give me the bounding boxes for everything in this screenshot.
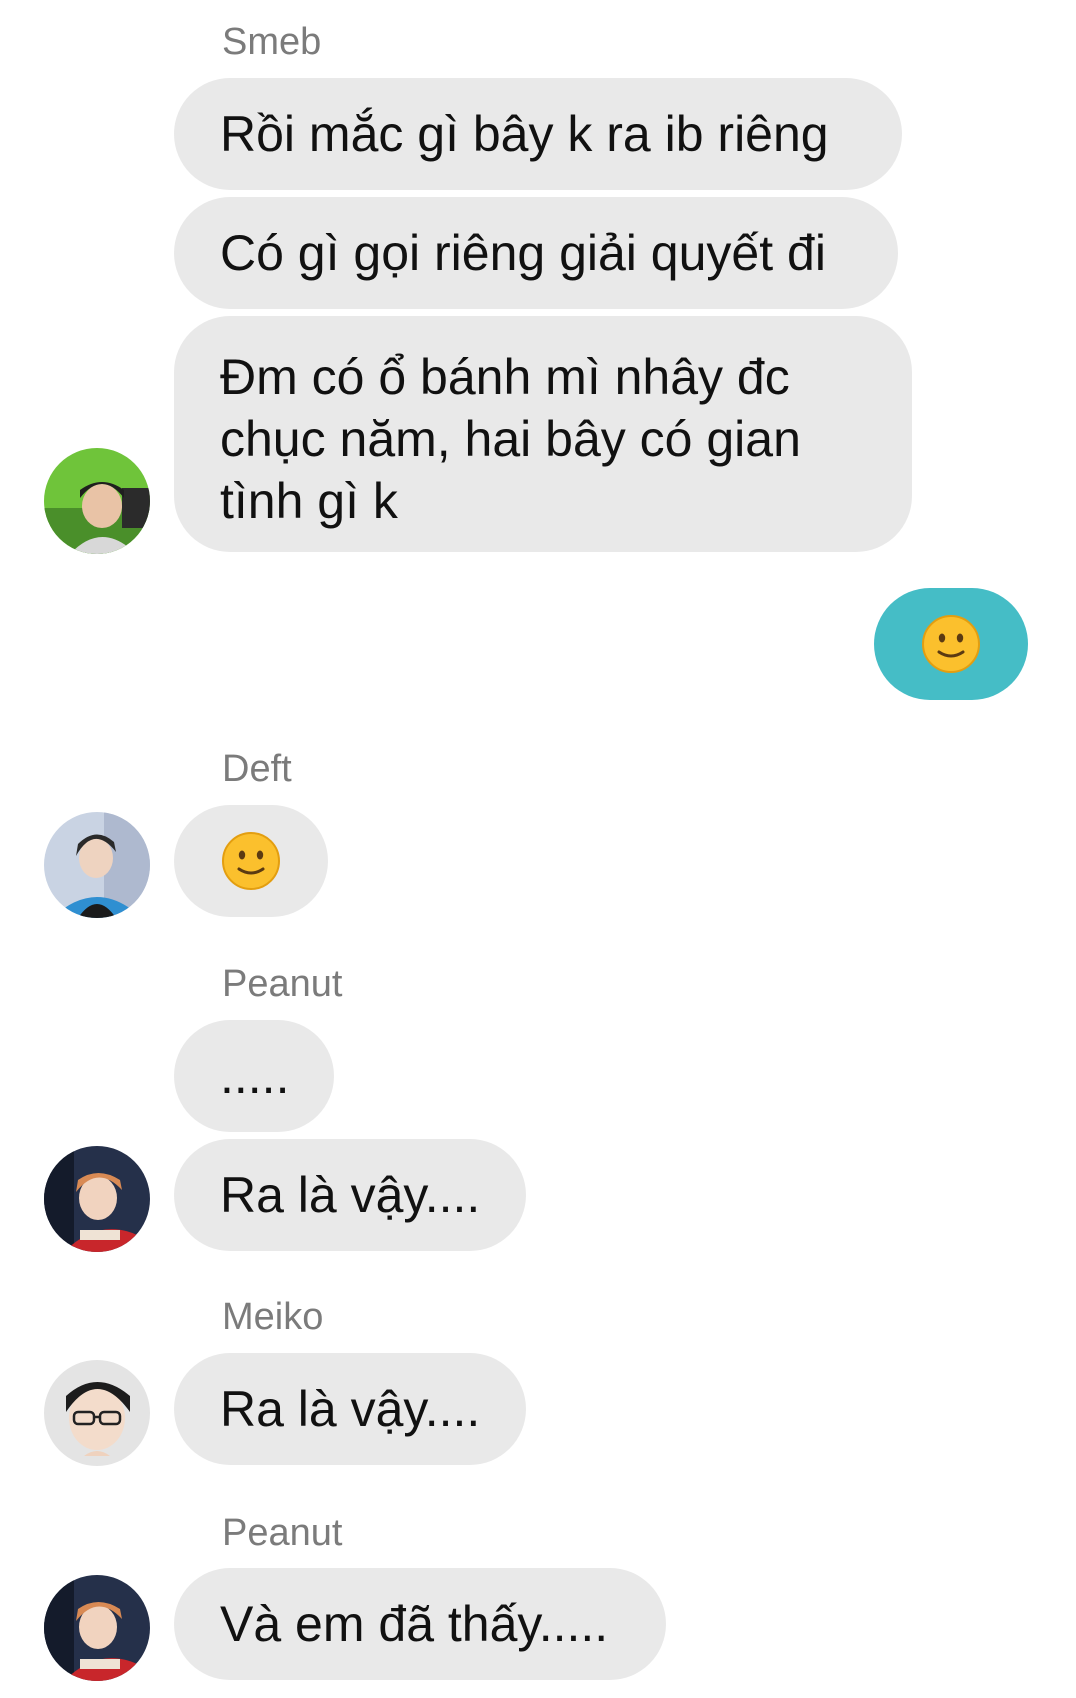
message-bubble[interactable]: Ra là vậy....: [174, 1139, 526, 1251]
avatar-deft[interactable]: [44, 812, 150, 918]
avatar-image: [44, 448, 150, 554]
message-bubble[interactable]: Có gì gọi riêng giải quyết đi: [174, 197, 898, 309]
sender-name: Peanut: [222, 963, 343, 1005]
slightly-smiling-face-emoji: [222, 832, 280, 890]
avatar-image: [44, 812, 150, 918]
avatar-image: [44, 1575, 150, 1681]
message-bubble[interactable]: Ra là vậy....: [174, 1353, 526, 1465]
sender-name: Smeb: [222, 21, 322, 63]
message-bubble[interactable]: Và em đã thấy.....: [174, 1568, 666, 1680]
outgoing-message-bubble[interactable]: [874, 588, 1028, 700]
avatar-image: [44, 1146, 150, 1252]
avatar-image: [44, 1360, 150, 1466]
message-text: Ra là vậy....: [220, 1167, 481, 1223]
sender-name: Peanut: [222, 1512, 343, 1554]
sender-name: Deft: [222, 748, 292, 790]
message-text: Ra là vậy....: [220, 1381, 481, 1437]
message-text: Đm có ổ bánh mì nhây đc chục năm, hai bâ…: [220, 349, 801, 529]
slightly-smiling-face-emoji: [922, 615, 980, 673]
avatar-peanut[interactable]: [44, 1575, 150, 1681]
message-text: Có gì gọi riêng giải quyết đi: [220, 225, 826, 281]
message-text: Rồi mắc gì bây k ra ib riêng: [220, 106, 829, 162]
message-text: .....: [220, 1048, 290, 1104]
message-text: Và em đã thấy.....: [220, 1596, 609, 1652]
avatar-smeb[interactable]: [44, 448, 150, 554]
sender-name: Meiko: [222, 1296, 324, 1338]
message-bubble[interactable]: Đm có ổ bánh mì nhây đc chục năm, hai bâ…: [174, 316, 912, 552]
avatar-peanut[interactable]: [44, 1146, 150, 1252]
message-bubble[interactable]: .....: [174, 1020, 334, 1132]
message-bubble[interactable]: [174, 805, 328, 917]
message-bubble[interactable]: Rồi mắc gì bây k ra ib riêng: [174, 78, 902, 190]
avatar-meiko[interactable]: [44, 1360, 150, 1466]
